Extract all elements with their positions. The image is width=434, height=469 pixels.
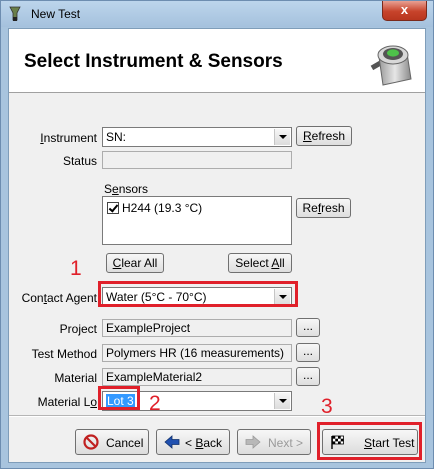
next-arrow-icon (245, 435, 261, 449)
cancel-button[interactable]: Cancel (75, 429, 149, 455)
test-method-browse-button[interactable]: ... (296, 343, 320, 362)
material-field: ExampleMaterial2 (102, 368, 292, 386)
annotation-box-3 (317, 422, 422, 460)
status-field (102, 151, 292, 169)
chevron-down-icon[interactable] (274, 393, 290, 409)
sensors-label: Sensors (104, 182, 149, 196)
annotation-number-1: 1 (70, 257, 82, 280)
material-browse-button[interactable]: ... (296, 367, 320, 386)
close-button[interactable]: x (382, 1, 427, 21)
instrument-refresh-button[interactable]: Refresh (296, 126, 352, 146)
sensors-refresh-button[interactable]: Refresh (296, 198, 351, 218)
status-label: Status (62, 154, 97, 168)
annotation-box-1 (98, 281, 298, 307)
next-button[interactable]: Next > (237, 429, 311, 455)
new-test-window: New Test x Select Instrument & Sensors I… (0, 0, 434, 469)
sensors-list[interactable]: H244 (19.3 °C) (102, 196, 292, 245)
title-bar[interactable]: New Test x (1, 1, 433, 27)
material-lot-label: Material Lo (37, 395, 97, 409)
annotation-number-2: 2 (149, 392, 161, 415)
annotation-number-3: 3 (321, 395, 333, 418)
back-arrow-icon (164, 435, 180, 449)
material-label: Material (54, 371, 97, 385)
wizard-header: Select Instrument & Sensors (9, 29, 425, 93)
test-method-field: Polymers HR (16 measurements) (102, 344, 292, 362)
clear-all-button[interactable]: Clear All (106, 253, 164, 273)
list-item[interactable]: H244 (19.3 °C) (103, 197, 291, 217)
project-label: Project (59, 322, 97, 336)
select-all-button[interactable]: Select All (228, 253, 292, 273)
chevron-down-icon[interactable] (274, 129, 290, 145)
instrument-select[interactable]: SN: (102, 127, 292, 147)
test-method-label: Test Method (31, 347, 97, 361)
instrument-value: SN: (106, 130, 127, 144)
wizard-client-area: Select Instrument & Sensors Instrument S… (8, 28, 426, 463)
footer-divider (9, 415, 425, 417)
cancel-icon (83, 434, 99, 450)
back-button[interactable]: < Back (156, 429, 230, 455)
annotation-box-2 (98, 386, 140, 410)
window-title: New Test (31, 7, 81, 21)
sensor-checkbox[interactable] (107, 202, 119, 214)
page-title: Select Instrument & Sensors (24, 51, 283, 72)
project-browse-button[interactable]: ... (296, 318, 320, 337)
contact-agent-label: Contact Agent (21, 291, 97, 305)
sensor-app-icon (9, 6, 21, 21)
sensor-item-label: H244 (19.3 °C) (122, 201, 203, 215)
sensor-device-icon (370, 45, 412, 86)
instrument-label: Instrument (40, 131, 97, 145)
close-icon: x (400, 2, 409, 17)
project-field: ExampleProject (102, 319, 292, 337)
